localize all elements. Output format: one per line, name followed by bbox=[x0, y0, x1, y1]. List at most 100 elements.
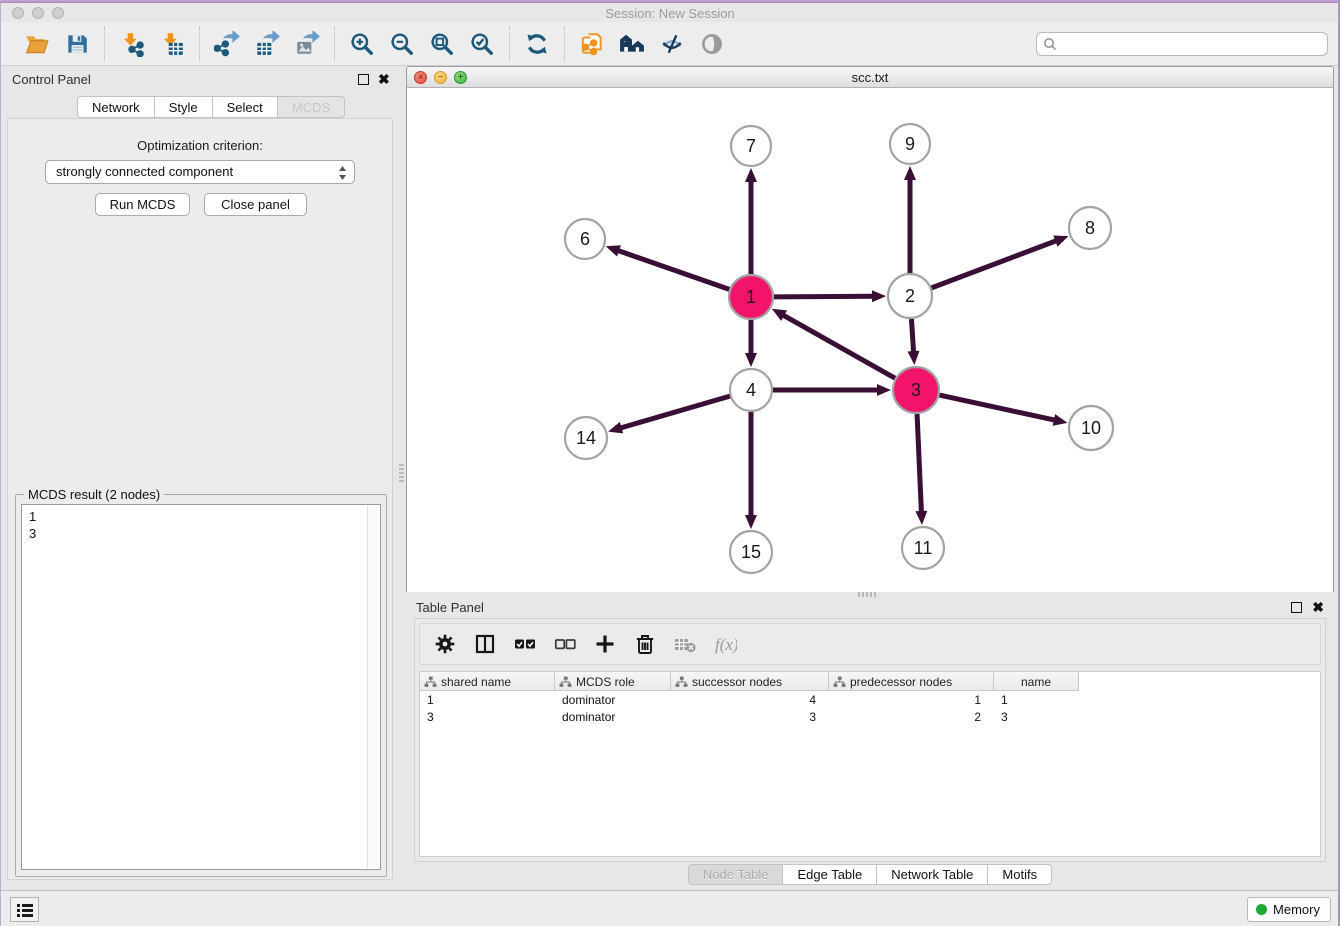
svg-text:15: 15 bbox=[741, 542, 761, 562]
graph-node-7[interactable]: 7 bbox=[731, 126, 771, 166]
application-window: Session: New Session Control Panel ✖ Net… bbox=[0, 0, 1340, 926]
graph-node-3[interactable]: 3 bbox=[893, 367, 939, 413]
gear-icon bbox=[433, 632, 457, 656]
edge-1-6[interactable] bbox=[617, 250, 729, 289]
edge-arrowhead bbox=[606, 245, 621, 256]
attribute-type-icon bbox=[559, 676, 572, 688]
svg-text:2: 2 bbox=[905, 286, 915, 306]
graph-node-6[interactable]: 6 bbox=[565, 219, 605, 259]
edge-3-1[interactable] bbox=[782, 315, 895, 379]
graph-node-10[interactable]: 10 bbox=[1069, 406, 1113, 450]
column-header-MCDS-role[interactable]: MCDS role bbox=[555, 672, 671, 691]
graph-node-9[interactable]: 9 bbox=[890, 124, 930, 164]
svg-text:1: 1 bbox=[746, 287, 756, 307]
zoom-fit-button[interactable] bbox=[427, 29, 457, 59]
gear-button[interactable] bbox=[432, 631, 458, 657]
tab-edge-table[interactable]: Edge Table bbox=[783, 864, 877, 885]
close-panel-button[interactable]: Close panel bbox=[204, 193, 307, 216]
open-folder-button[interactable] bbox=[22, 29, 52, 59]
task-history-button[interactable] bbox=[10, 897, 39, 922]
run-mcds-button[interactable]: Run MCDS bbox=[95, 193, 190, 216]
memory-label: Memory bbox=[1273, 902, 1320, 917]
tab-network-table[interactable]: Network Table bbox=[877, 864, 988, 885]
table-row[interactable]: 1dominator411 bbox=[420, 692, 1079, 709]
table-toolbar: f(x) bbox=[419, 623, 1321, 665]
network-canvas[interactable]: 7 9 6 8 1 2 4 3 14 10 15 11 bbox=[407, 88, 1333, 592]
zoom-fit-icon bbox=[429, 31, 455, 57]
column-header-predecessor-nodes[interactable]: predecessor nodes bbox=[829, 672, 994, 691]
import-network-button[interactable] bbox=[117, 29, 147, 59]
graph-node-2[interactable]: 2 bbox=[888, 274, 932, 318]
graph-node-14[interactable]: 14 bbox=[565, 417, 607, 459]
vertical-splitter-handle[interactable] bbox=[399, 462, 404, 484]
edge-2-3[interactable] bbox=[911, 319, 913, 353]
graph-node-8[interactable]: 8 bbox=[1069, 207, 1111, 249]
svg-text:3: 3 bbox=[911, 380, 921, 400]
add-button[interactable] bbox=[592, 631, 618, 657]
graph-node-15[interactable]: 15 bbox=[730, 531, 772, 573]
zoom-in-button[interactable] bbox=[347, 29, 377, 59]
tab-select[interactable]: Select bbox=[213, 96, 278, 118]
graph-node-4[interactable]: 4 bbox=[730, 369, 772, 411]
export-network-button[interactable] bbox=[212, 29, 242, 59]
memory-button[interactable]: Memory bbox=[1247, 897, 1331, 922]
search-box[interactable] bbox=[1036, 32, 1328, 56]
criterion-dropdown[interactable]: strongly connected component bbox=[45, 160, 355, 184]
trash-button[interactable] bbox=[632, 631, 658, 657]
svg-text:11: 11 bbox=[914, 538, 933, 558]
control-panel-title: Control Panel bbox=[12, 72, 91, 87]
select-all-button[interactable] bbox=[512, 631, 538, 657]
table-row[interactable]: 3dominator323 bbox=[420, 709, 1079, 726]
zoom-selected-button[interactable] bbox=[467, 29, 497, 59]
window-accent-top bbox=[0, 0, 1340, 3]
edge-4-14[interactable] bbox=[620, 396, 730, 428]
column-header-name[interactable]: name bbox=[994, 672, 1079, 691]
list-icon bbox=[16, 902, 34, 918]
control-panel-close-button[interactable]: ✖ bbox=[378, 71, 390, 88]
mcds-result-line: 1 bbox=[29, 508, 380, 525]
edge-arrowhead bbox=[915, 511, 927, 525]
attribute-type-icon bbox=[424, 676, 437, 688]
export-image-button[interactable] bbox=[292, 29, 322, 59]
tab-mcds[interactable]: MCDS bbox=[278, 96, 345, 118]
show-hidden-button bbox=[697, 29, 727, 59]
edge-1-2[interactable] bbox=[774, 296, 874, 297]
save-button[interactable] bbox=[62, 29, 92, 59]
horizontal-splitter-handle[interactable] bbox=[856, 592, 878, 597]
table-cell: 4 bbox=[671, 692, 829, 709]
network-window-titlebar[interactable]: × − + scc.txt bbox=[407, 67, 1333, 88]
graph-node-11[interactable]: 11 bbox=[902, 527, 944, 569]
edge-3-11[interactable] bbox=[917, 414, 921, 513]
tab-motifs[interactable]: Motifs bbox=[988, 864, 1052, 885]
table-cell: 3 bbox=[671, 709, 829, 726]
result-scrollbar[interactable] bbox=[367, 506, 379, 868]
zoom-out-button[interactable] bbox=[387, 29, 417, 59]
mcds-result-textarea[interactable]: 13 bbox=[21, 504, 381, 870]
add-icon bbox=[593, 632, 617, 656]
hide-selected-button[interactable] bbox=[657, 29, 687, 59]
export-table-button[interactable] bbox=[252, 29, 282, 59]
memory-status-icon bbox=[1256, 904, 1267, 915]
duplicate-network-button[interactable] bbox=[577, 29, 607, 59]
split-columns-button[interactable] bbox=[472, 631, 498, 657]
tab-style[interactable]: Style bbox=[155, 96, 213, 118]
column-header-successor-nodes[interactable]: successor nodes bbox=[671, 672, 829, 691]
optimization-criterion-label: Optimization criterion: bbox=[8, 138, 392, 153]
table-panel-close-button[interactable]: ✖ bbox=[1312, 599, 1324, 616]
search-input[interactable] bbox=[1057, 37, 1321, 51]
table-panel-float-button[interactable] bbox=[1291, 602, 1302, 613]
tab-network[interactable]: Network bbox=[77, 96, 155, 118]
edge-3-10[interactable] bbox=[939, 395, 1055, 420]
import-table-button[interactable] bbox=[157, 29, 187, 59]
unselect-all-button[interactable] bbox=[552, 631, 578, 657]
table-panel-body: f(x) shared nameMCDS rolesuccessor nodes… bbox=[414, 618, 1326, 862]
column-header-shared-name[interactable]: shared name bbox=[420, 672, 555, 691]
control-panel-float-button[interactable] bbox=[358, 74, 369, 85]
tab-node-table[interactable]: Node Table bbox=[688, 864, 784, 885]
edge-arrowhead bbox=[908, 351, 920, 365]
refresh-button[interactable] bbox=[522, 29, 552, 59]
edge-2-8[interactable] bbox=[932, 240, 1058, 288]
graph-node-1[interactable]: 1 bbox=[729, 275, 773, 319]
export-table-icon bbox=[254, 31, 280, 57]
home-button[interactable] bbox=[617, 29, 647, 59]
